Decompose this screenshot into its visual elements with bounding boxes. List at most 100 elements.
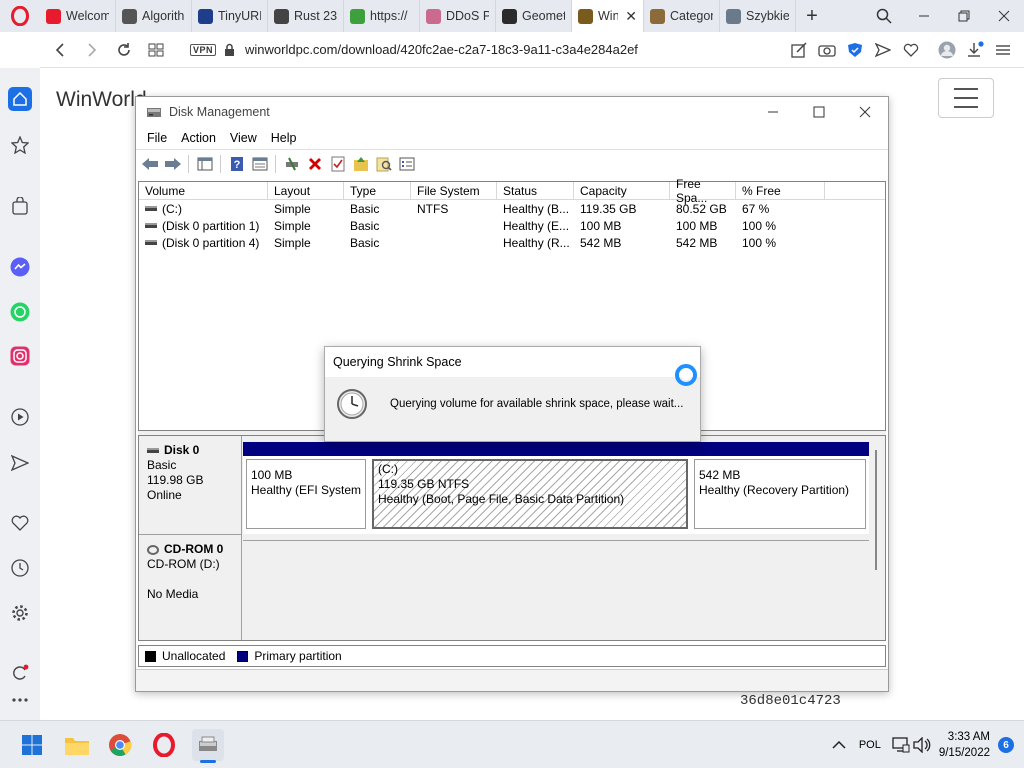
browser-tab[interactable]: https:// xyxy=(344,0,420,32)
favorites-heart-icon[interactable] xyxy=(8,511,32,535)
file-explorer-icon[interactable] xyxy=(61,729,93,761)
send-icon[interactable] xyxy=(874,41,892,59)
forward-button[interactable] xyxy=(76,34,108,66)
partition-recovery[interactable]: 542 MB Healthy (Recovery Partition) xyxy=(691,442,869,532)
disk-management-icon xyxy=(146,105,162,119)
browser-tab[interactable]: Geomet xyxy=(496,0,572,32)
heart-icon[interactable] xyxy=(902,41,920,59)
properties-icon[interactable] xyxy=(250,154,269,173)
url-field[interactable]: winworldpc.com/download/420fc2ae-c2a7-18… xyxy=(245,42,638,57)
home-icon[interactable] xyxy=(8,87,32,111)
disk-0-label[interactable]: Disk 0 Basic 119.98 GB Online xyxy=(139,436,242,534)
close-window-icon[interactable] xyxy=(984,0,1024,32)
back-button[interactable] xyxy=(44,34,76,66)
downloads-icon[interactable] xyxy=(966,41,984,59)
update-icon[interactable] xyxy=(8,661,32,685)
menu-view[interactable]: View xyxy=(223,131,264,145)
check-icon[interactable] xyxy=(328,154,347,173)
column-capacity[interactable]: Capacity xyxy=(574,182,670,200)
back-arrow-icon[interactable] xyxy=(140,154,159,173)
column-layout[interactable]: Layout xyxy=(268,182,344,200)
search-folder-icon[interactable] xyxy=(374,154,393,173)
volume-speaker-icon[interactable] xyxy=(911,737,933,753)
browser-tab[interactable]: DDoS P xyxy=(420,0,496,32)
bookmarks-star-icon[interactable] xyxy=(8,133,32,157)
site-title[interactable]: WinWorld xyxy=(56,88,147,112)
partition-c[interactable]: (C:) 119.35 GB NTFS Healthy (Boot, Page … xyxy=(369,442,691,532)
unallocated-swatch xyxy=(145,650,156,662)
instagram-icon[interactable] xyxy=(8,344,32,368)
browser-tab[interactable]: Rust 23 xyxy=(268,0,344,32)
cdrom-0-label[interactable]: CD-ROM 0 CD-ROM (D:) No Media xyxy=(139,534,242,640)
start-windows-icon[interactable] xyxy=(16,729,48,761)
column-status[interactable]: Status xyxy=(497,182,574,200)
table-row[interactable]: (Disk 0 partition 1) Simple Basic Health… xyxy=(139,217,885,234)
notification-badge[interactable]: 6 xyxy=(998,737,1014,753)
menu-action[interactable]: Action xyxy=(174,131,223,145)
chevron-up-icon[interactable] xyxy=(829,741,849,749)
window-titlebar[interactable]: Disk Management xyxy=(136,97,888,127)
snapshot-icon[interactable] xyxy=(818,41,836,59)
browser-menu-icon[interactable] xyxy=(994,41,1012,59)
forward-arrow-icon[interactable] xyxy=(163,154,182,173)
minimize-icon[interactable] xyxy=(904,0,944,32)
folder-up-icon[interactable] xyxy=(351,154,370,173)
partition-efi[interactable]: 100 MB Healthy (EFI System P xyxy=(243,442,369,532)
more-options-icon[interactable] xyxy=(8,688,32,712)
lock-icon[interactable] xyxy=(224,43,235,56)
browser-tab[interactable]: Win ✕ xyxy=(572,0,644,32)
address-bar: VPN winworldpc.com/download/420fc2ae-c2a… xyxy=(40,32,1024,68)
messenger-icon[interactable] xyxy=(8,255,32,279)
browser-tab[interactable]: Algorith xyxy=(116,0,192,32)
console-tree-icon[interactable] xyxy=(195,154,214,173)
player-icon[interactable] xyxy=(8,405,32,429)
history-clock-icon[interactable] xyxy=(8,556,32,580)
table-row[interactable]: (C:) Simple Basic NTFS Healthy (B... 119… xyxy=(139,200,885,217)
new-tab-button[interactable]: + xyxy=(796,0,828,32)
vpn-badge[interactable]: VPN xyxy=(190,43,217,56)
send-flow-icon[interactable] xyxy=(8,451,32,475)
delete-icon[interactable] xyxy=(305,154,324,173)
opera-taskbar-icon[interactable] xyxy=(148,729,180,761)
dialog-title[interactable]: Querying Shrink Space xyxy=(325,347,700,377)
clock[interactable]: 3:33 AM 9/15/2022 xyxy=(939,729,990,761)
minimize-window-button[interactable] xyxy=(750,97,796,127)
tab-title: Rust 23 xyxy=(294,9,337,23)
maximize-window-button[interactable] xyxy=(796,97,842,127)
chrome-icon[interactable] xyxy=(104,729,136,761)
settings-gear-icon[interactable] xyxy=(8,601,32,625)
opera-menu-icon[interactable] xyxy=(0,0,40,32)
menu-file[interactable]: File xyxy=(140,131,174,145)
browser-tab[interactable]: Categor xyxy=(644,0,720,32)
reload-button[interactable] xyxy=(108,34,140,66)
menu-help[interactable]: Help xyxy=(264,131,304,145)
shopping-bag-icon[interactable] xyxy=(8,194,32,218)
browser-tab[interactable]: Welcom xyxy=(40,0,116,32)
search-tabs-icon[interactable] xyxy=(864,0,904,32)
column-file-system[interactable]: File System xyxy=(411,182,497,200)
help-icon[interactable]: ? xyxy=(227,154,246,173)
querying-shrink-dialog: Querying Shrink Space Querying volume fo… xyxy=(324,346,701,442)
vertical-scrollbar[interactable] xyxy=(875,450,877,570)
language-indicator[interactable]: POL xyxy=(859,739,881,751)
connect-icon[interactable] xyxy=(282,154,301,173)
browser-tab[interactable]: TinyURL xyxy=(192,0,268,32)
restore-icon[interactable] xyxy=(944,0,984,32)
hamburger-menu-button[interactable] xyxy=(938,78,994,118)
whatsapp-icon[interactable] xyxy=(8,300,32,324)
ad-blocker-icon[interactable] xyxy=(846,41,864,59)
display-icon[interactable] xyxy=(891,737,911,753)
column-type[interactable]: Type xyxy=(344,182,411,200)
disk-management-taskbar-icon[interactable] xyxy=(192,729,224,763)
browser-tab[interactable]: Szybkie xyxy=(720,0,796,32)
tab-grid-icon[interactable] xyxy=(140,34,172,66)
table-row[interactable]: (Disk 0 partition 4) Simple Basic Health… xyxy=(139,234,885,251)
column-percent-free[interactable]: % Free xyxy=(736,182,825,200)
close-window-button[interactable] xyxy=(842,97,888,127)
column-volume[interactable]: Volume xyxy=(139,182,268,200)
column-free-space[interactable]: Free Spa... xyxy=(670,177,736,205)
edit-icon[interactable] xyxy=(790,41,808,59)
close-tab-icon[interactable]: ✕ xyxy=(625,8,637,25)
profile-avatar-icon[interactable] xyxy=(938,41,956,59)
list-view-icon[interactable] xyxy=(397,154,416,173)
